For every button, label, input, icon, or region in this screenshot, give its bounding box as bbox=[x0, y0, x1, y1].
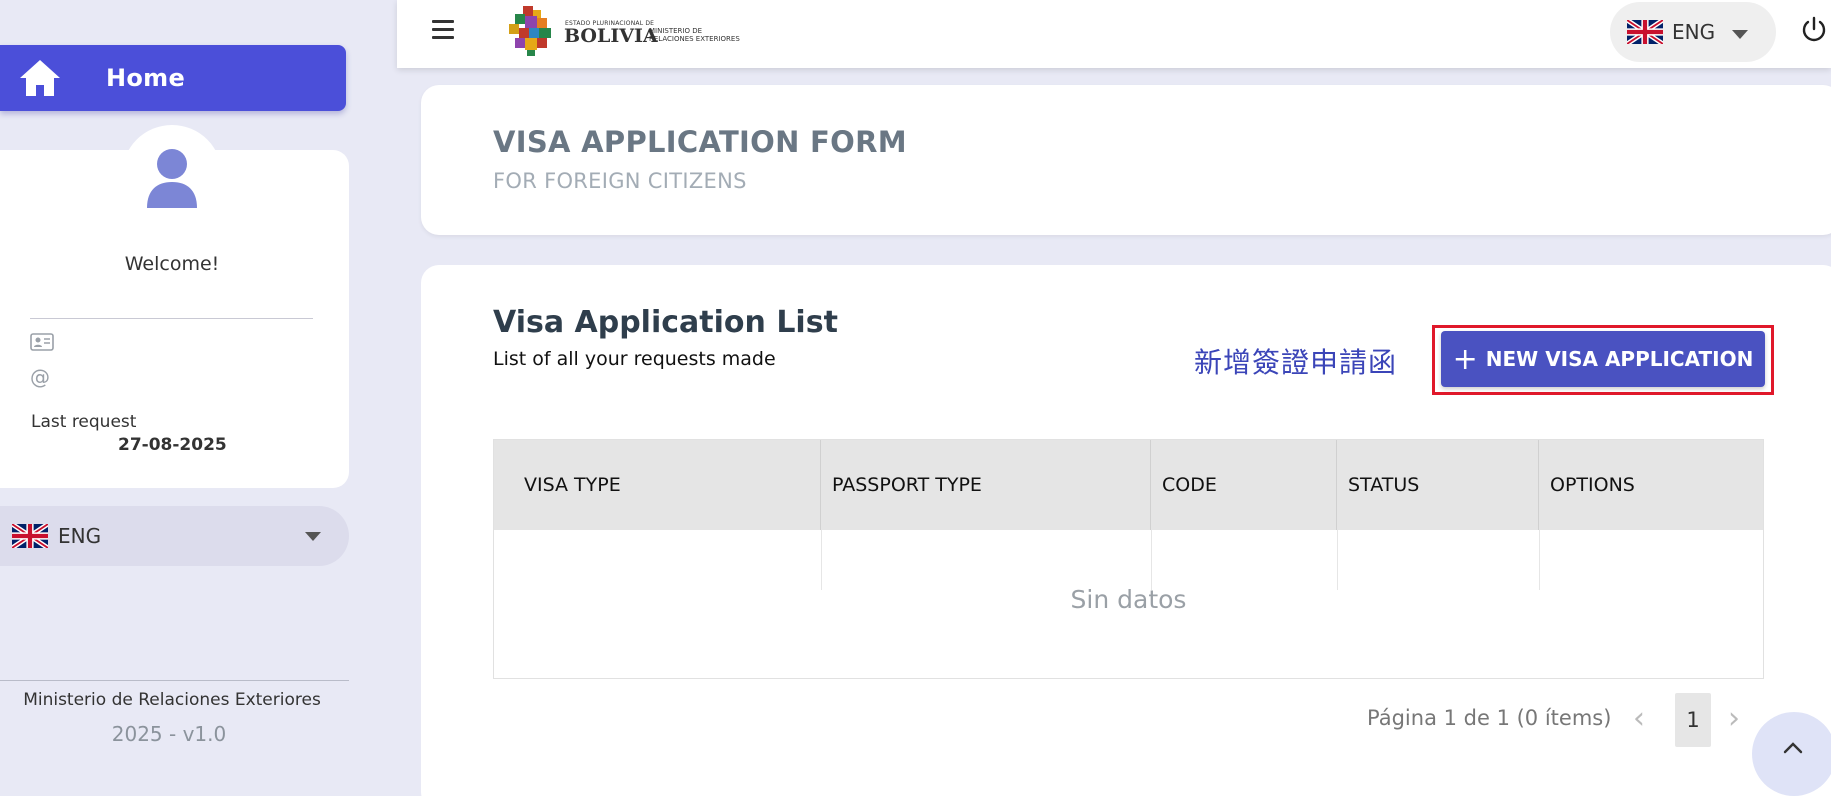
logo-ministry-text: MINISTERIO DE RELACIONES EXTERIORES bbox=[649, 27, 740, 43]
column-divider bbox=[1539, 530, 1540, 590]
scroll-to-top-button[interactable] bbox=[1752, 712, 1831, 796]
last-request-label: Last request bbox=[31, 412, 137, 432]
top-bar: ESTADO PLURINACIONAL DE BOLIVIA MINISTER… bbox=[397, 0, 1831, 68]
column-divider bbox=[1151, 530, 1152, 590]
chevron-down-icon bbox=[305, 532, 321, 541]
column-header-code[interactable]: CODE bbox=[1151, 440, 1337, 530]
chevron-right-icon[interactable]: › bbox=[1728, 701, 1740, 736]
column-divider bbox=[1337, 530, 1338, 590]
sidebar-language-select[interactable]: ENG bbox=[0, 506, 349, 566]
plus-icon: + bbox=[1452, 341, 1478, 377]
logo-ministry-line2: RELACIONES EXTERIORES bbox=[649, 35, 740, 43]
user-icon bbox=[147, 149, 197, 208]
footer-organization: Ministerio de Relaciones Exteriores bbox=[23, 690, 321, 710]
pagination-page[interactable]: 1 bbox=[1675, 693, 1711, 747]
visa-table: VISA TYPE PASSPORT TYPE CODE STATUS OPTI… bbox=[493, 439, 1764, 679]
column-header-options[interactable]: OPTIONS bbox=[1539, 440, 1765, 530]
top-language-label: ENG bbox=[1672, 20, 1716, 44]
logo-country-text: BOLIVIA bbox=[564, 25, 658, 47]
empty-table-message: Sin datos bbox=[1070, 585, 1187, 614]
column-header-passport-type[interactable]: PASSPORT TYPE bbox=[821, 440, 1151, 530]
logo-ministry-line1: MINISTERIO DE bbox=[649, 27, 703, 35]
list-title: Visa Application List bbox=[493, 305, 838, 340]
visa-list-card: Visa Application List List of all your r… bbox=[421, 265, 1831, 796]
new-visa-application-button[interactable]: + NEW VISA APPLICATION bbox=[1441, 331, 1765, 387]
uk-flag-icon bbox=[1627, 20, 1663, 44]
at-icon: @ bbox=[30, 365, 50, 389]
footer-divider bbox=[0, 680, 349, 681]
form-header-card: VISA APPLICATION FORM FOR FOREIGN CITIZE… bbox=[421, 85, 1831, 235]
top-language-select[interactable]: ENG bbox=[1610, 2, 1776, 62]
id-card-icon bbox=[30, 333, 54, 351]
last-request-date: 27-08-2025 bbox=[118, 435, 227, 455]
bolivia-emblem-logo bbox=[509, 6, 551, 56]
column-divider bbox=[821, 530, 822, 590]
chevron-down-icon bbox=[1732, 30, 1748, 39]
page-title: VISA APPLICATION FORM bbox=[493, 125, 907, 159]
table-header: VISA TYPE PASSPORT TYPE CODE STATUS OPTI… bbox=[494, 440, 1763, 530]
sidebar-language-label: ENG bbox=[58, 524, 102, 548]
column-header-status[interactable]: STATUS bbox=[1337, 440, 1539, 530]
page-subtitle: FOR FOREIGN CITIZENS bbox=[493, 169, 747, 193]
uk-flag-icon bbox=[12, 524, 48, 548]
power-icon[interactable] bbox=[1801, 16, 1827, 44]
sidebar: Home Welcome! @ Last request 27-08-2025 … bbox=[0, 0, 350, 796]
new-visa-application-label: NEW VISA APPLICATION bbox=[1485, 347, 1754, 371]
chevron-left-icon[interactable]: ‹ bbox=[1633, 701, 1645, 736]
home-nav-button[interactable]: Home bbox=[0, 45, 346, 111]
footer-version: 2025 - v1.0 bbox=[111, 722, 227, 746]
home-label: Home bbox=[106, 64, 186, 92]
list-subtitle: List of all your requests made bbox=[493, 348, 776, 370]
chevron-up-icon bbox=[1783, 742, 1803, 754]
annotation-label: 新增簽證申請函 bbox=[1194, 346, 1398, 379]
profile-divider bbox=[30, 318, 313, 319]
hamburger-icon[interactable] bbox=[432, 20, 454, 40]
pagination-info: Página 1 de 1 (0 ítems) bbox=[1367, 706, 1612, 730]
home-icon bbox=[20, 60, 60, 96]
column-header-visa-type[interactable]: VISA TYPE bbox=[494, 440, 821, 530]
welcome-text: Welcome! bbox=[124, 253, 220, 275]
